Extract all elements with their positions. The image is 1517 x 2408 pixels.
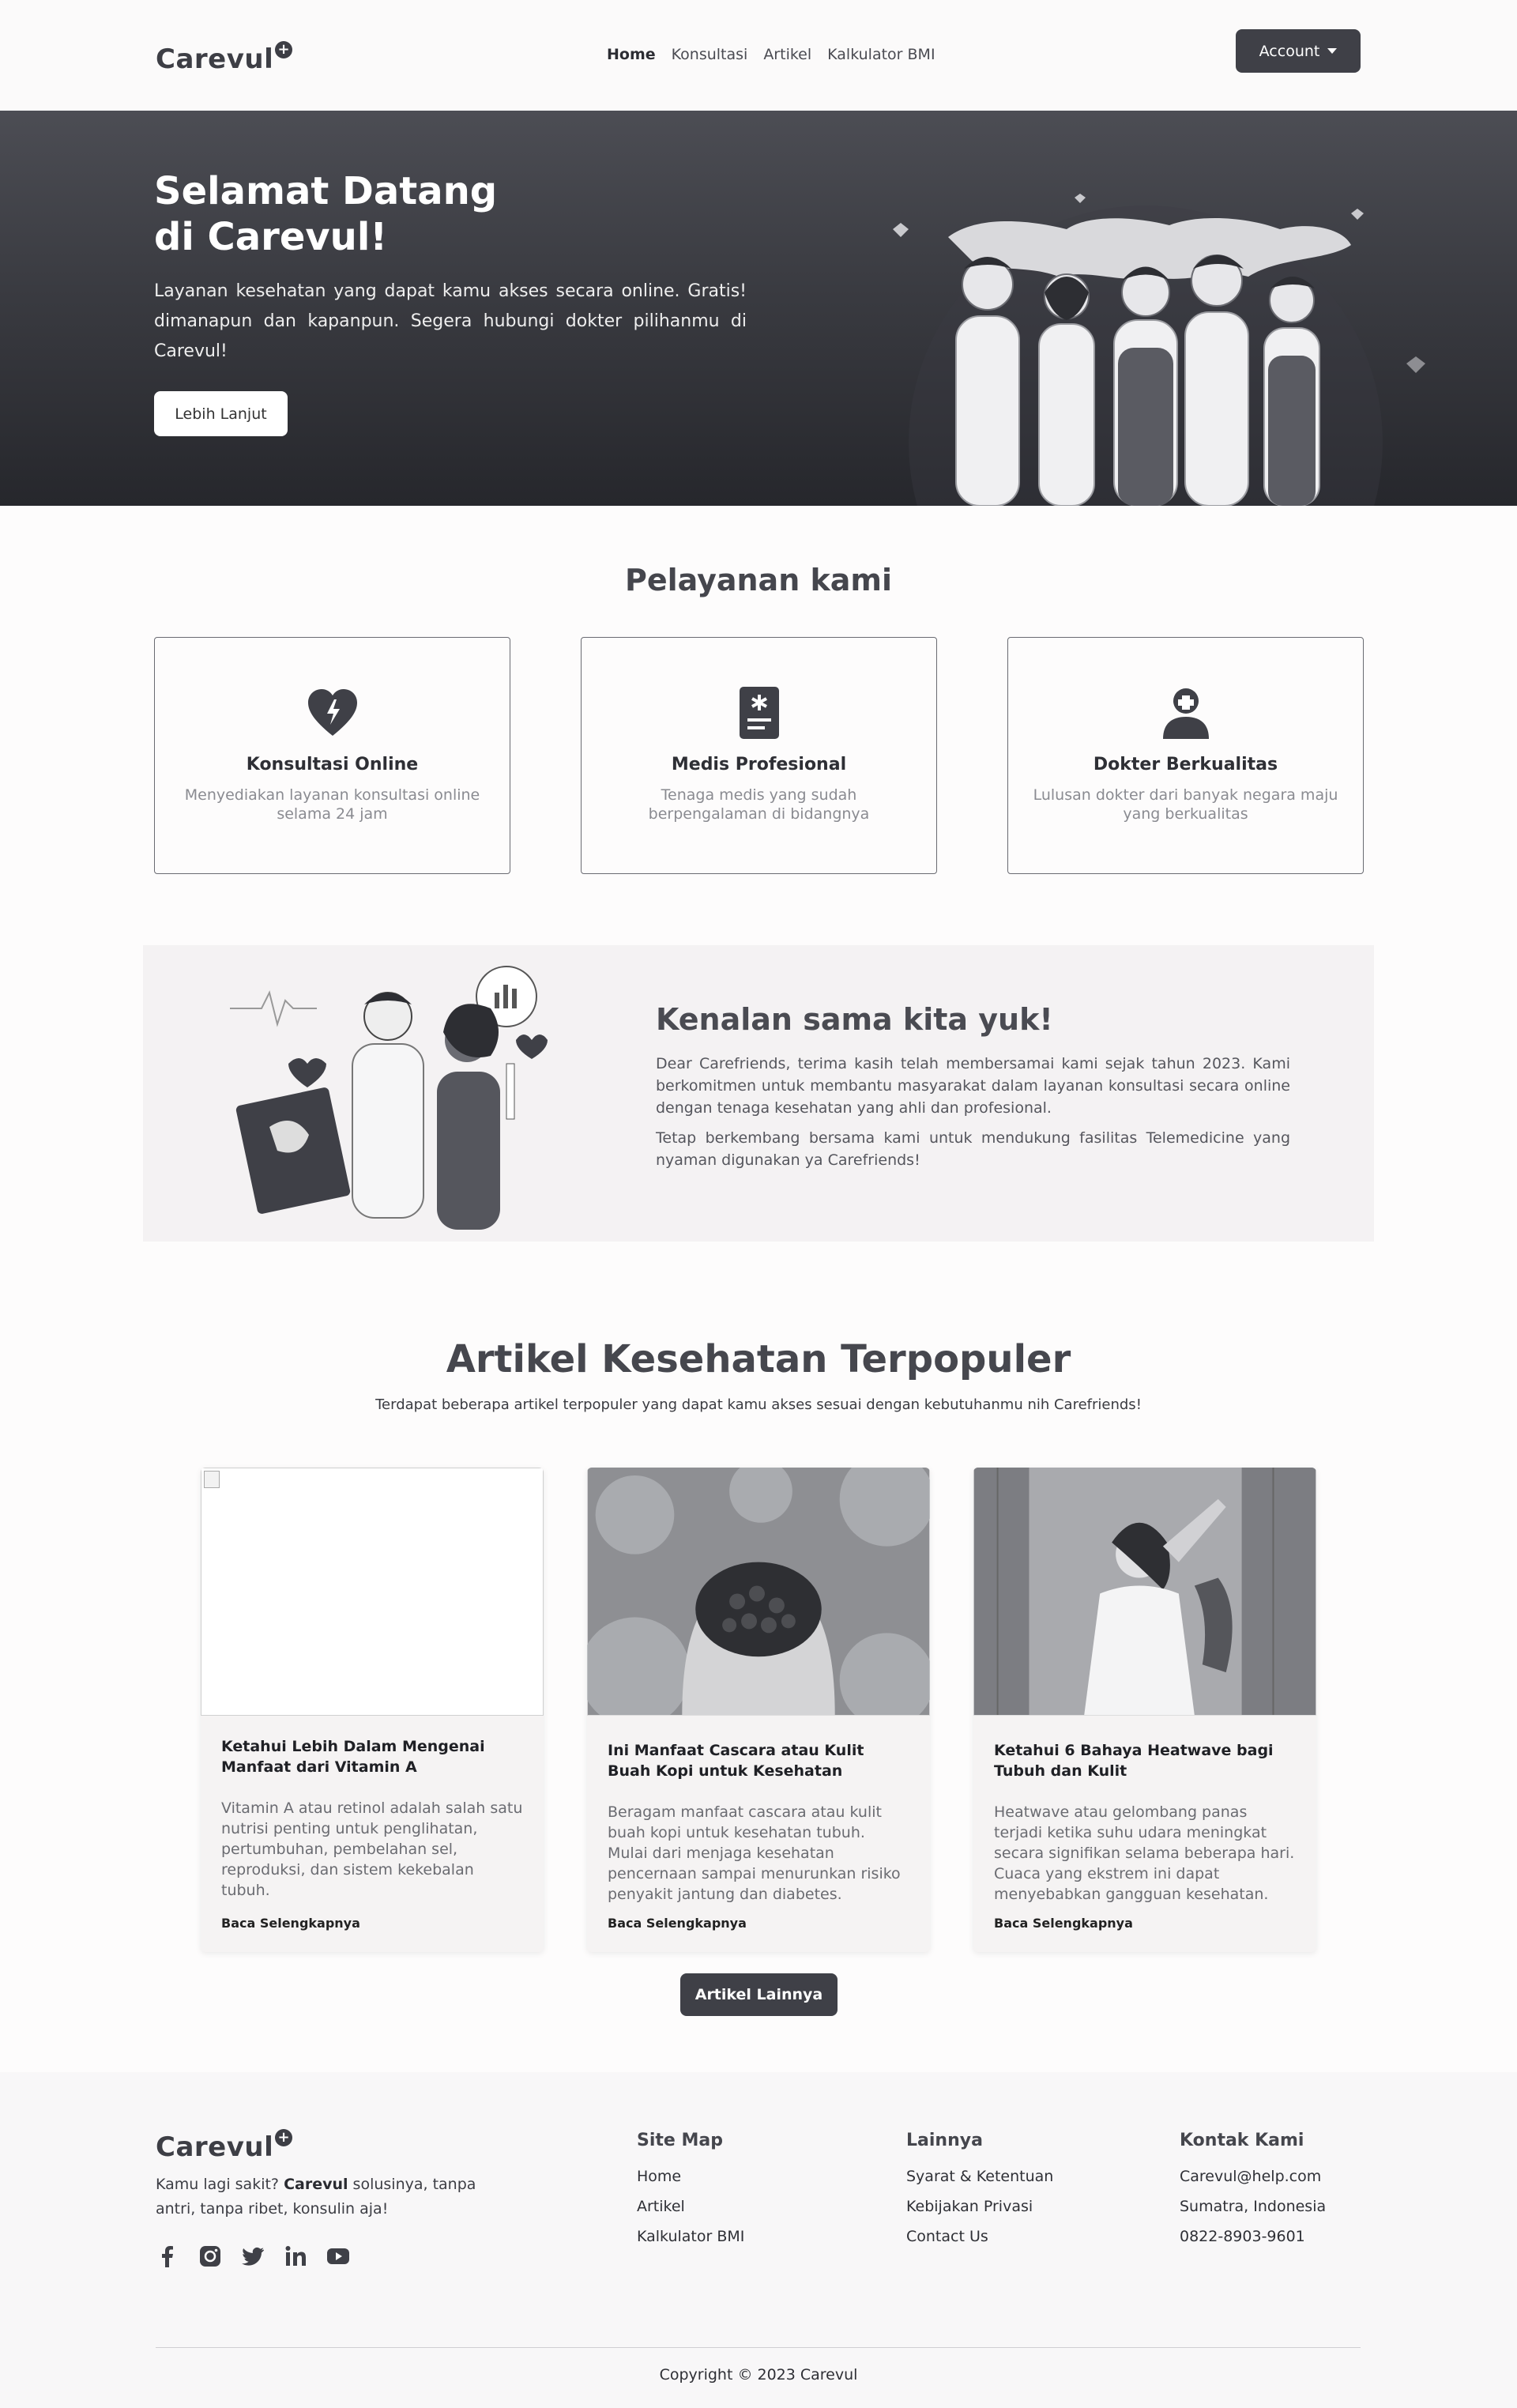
nav-artikel[interactable]: Artikel <box>763 46 811 63</box>
linkedin-icon[interactable] <box>284 2244 307 2268</box>
footer-column-site-map: Site Map Home Artikel Kalkulator BMI <box>637 2131 744 2258</box>
article-card-cascara: Ini Manfaat Cascara atau Kulit Buah Kopi… <box>587 1468 930 1952</box>
article-desc: Beragam manfaat cascara atau kulit buah … <box>608 1803 901 1903</box>
service-card-medis: Medis Profesional Tenaga medis yang suda… <box>581 637 937 874</box>
main-menu: Home Konsultasi Artikel Kalkulator BMI <box>607 46 935 63</box>
heart-pulse-icon <box>307 689 357 736</box>
about-section: Kenalan sama kita yuk! Dear Carefriends,… <box>143 945 1374 1242</box>
footer: Carevul + Kamu lagi sakit? Carevul solusi… <box>0 2072 1517 2408</box>
lebih-lanjut-button[interactable]: Lebih Lanjut <box>154 391 288 436</box>
service-title: Dokter Berkualitas <box>1093 755 1278 774</box>
coffee-cherries-photo <box>587 1468 930 1728</box>
service-desc: Menyediakan layanan konsultasi online se… <box>184 786 480 823</box>
about-title: Kenalan sama kita yuk! <box>656 1002 1053 1037</box>
doctors-world-illustration <box>893 194 1425 506</box>
articles-title: Artikel Kesehatan Terpopuler <box>446 1337 1071 1381</box>
footer-link-privasi[interactable]: Kebijakan Privasi <box>906 2198 1053 2215</box>
tagline-brand: Carevul <box>284 2176 348 2193</box>
article-desc: Heatwave atau gelombang panas terjadi ke… <box>994 1803 1295 1903</box>
footer-contact-email[interactable]: Carevul@help.com <box>1180 2168 1326 2185</box>
footer-column-kontak: Kontak Kami Carevul@help.com Sumatra, In… <box>1180 2131 1326 2258</box>
footer-divider <box>156 2347 1361 2348</box>
copyright: Copyright © 2023 Carevul <box>659 2366 858 2384</box>
footer-column-title: Lainnya <box>906 2131 983 2150</box>
read-more-link[interactable]: Baca Selengkapnya <box>994 1916 1133 1931</box>
hero-title-line2: di Carevul! <box>154 215 388 259</box>
instagram-icon[interactable] <box>198 2244 222 2268</box>
caret-down-icon <box>1327 48 1338 54</box>
doctors-xray-illustration <box>230 966 548 1230</box>
hero-title-line1: Selamat Datang <box>154 169 498 213</box>
footer-link-artikel[interactable]: Artikel <box>637 2198 744 2215</box>
nav-home[interactable]: Home <box>607 46 656 63</box>
footer-column-lainnya: Lainnya Syarat & Ketentuan Kebijakan Pri… <box>906 2131 1053 2258</box>
service-desc: Tenaga medis yang sudah berpengalaman di… <box>648 786 870 823</box>
service-desc: Lulusan dokter dari banyak negara maju y… <box>1033 786 1338 823</box>
articles-subtitle: Terdapat beberapa artikel terpopuler yan… <box>375 1396 1142 1413</box>
tagline-pre: Kamu lagi sakit? <box>156 2176 284 2193</box>
article-title[interactable]: Ketahui 6 Bahaya Heatwave bagi Tubuh dan… <box>994 1740 1296 1781</box>
brand-plus-icon: + <box>275 41 293 58</box>
account-dropdown-button[interactable]: Account <box>1236 29 1361 73</box>
facebook-icon[interactable] <box>156 2244 179 2268</box>
footer-tagline: Kamu lagi sakit? Carevul solusinya, tanp… <box>156 2172 487 2221</box>
footer-link-home[interactable]: Home <box>637 2168 744 2185</box>
nav-konsultasi[interactable]: Konsultasi <box>672 46 748 63</box>
hero-title: Selamat Datang di Carevul! <box>154 168 628 260</box>
nav-kalkulator-bmi[interactable]: Kalkulator BMI <box>827 46 935 63</box>
footer-link-syarat[interactable]: Syarat & Ketentuan <box>906 2168 1053 2185</box>
footer-column-title: Kontak Kami <box>1180 2131 1304 2150</box>
service-card-dokter: Dokter Berkualitas Lulusan dokter dari b… <box>1007 637 1364 874</box>
woman-in-heat-photo <box>973 1468 1316 1716</box>
social-links <box>156 2244 350 2268</box>
brand-name: Carevul <box>156 2131 274 2163</box>
account-label: Account <box>1259 42 1320 60</box>
footer-contact-location: Sumatra, Indonesia <box>1180 2198 1327 2215</box>
about-paragraph-1: Dear Carefriends, terima kasih telah mem… <box>656 1055 1290 1117</box>
article-desc: Vitamin A atau retinol adalah salah satu… <box>221 1799 523 1899</box>
about-paragraph-2: Tetap berkembang bersama kami untuk mend… <box>656 1129 1290 1169</box>
article-title[interactable]: Ini Manfaat Cascara atau Kulit Buah Kopi… <box>608 1740 909 1781</box>
service-title: Medis Profesional <box>671 755 847 774</box>
footer-link-kalkulator-bmi[interactable]: Kalkulator BMI <box>637 2228 744 2245</box>
twitter-icon[interactable] <box>241 2244 265 2268</box>
footer-brand-logo[interactable]: Carevul + <box>156 2129 293 2163</box>
footer-column-title: Site Map <box>637 2131 723 2150</box>
medical-document-icon <box>739 687 779 739</box>
hero-section: Selamat Datang di Carevul! Layanan keseha… <box>0 111 1517 506</box>
footer-contact-phone[interactable]: 0822-8903-9601 <box>1180 2228 1326 2245</box>
article-title[interactable]: Ketahui Lebih Dalam Mengenai Manfaat dar… <box>221 1736 523 1777</box>
navbar: Carevul + Home Konsultasi Artikel Kalkula… <box>0 0 1517 111</box>
article-card-vitamin-a: Ketahui Lebih Dalam Mengenai Manfaat dar… <box>201 1468 544 1952</box>
read-more-link[interactable]: Baca Selengkapnya <box>221 1916 360 1931</box>
services-title: Pelayanan kami <box>624 563 893 597</box>
service-card-konsultasi: Konsultasi Online Menyediakan layanan ko… <box>154 637 510 874</box>
footer-link-contact[interactable]: Contact Us <box>906 2228 1053 2245</box>
artikel-lainnya-button[interactable]: Artikel Lainnya <box>680 1973 838 2016</box>
article-card-heatwave: Ketahui 6 Bahaya Heatwave bagi Tubuh dan… <box>973 1468 1316 1952</box>
service-title: Konsultasi Online <box>246 755 419 774</box>
brand-name: Carevul <box>156 43 274 75</box>
brand-logo[interactable]: Carevul + <box>156 41 293 75</box>
doctor-icon <box>1162 688 1209 739</box>
brand-plus-icon: + <box>275 2129 293 2146</box>
youtube-icon[interactable] <box>326 2244 350 2268</box>
hero-text: Layanan kesehatan yang dapat kamu akses … <box>154 281 747 361</box>
broken-image-placeholder <box>201 1468 544 1716</box>
read-more-link[interactable]: Baca Selengkapnya <box>608 1916 747 1931</box>
